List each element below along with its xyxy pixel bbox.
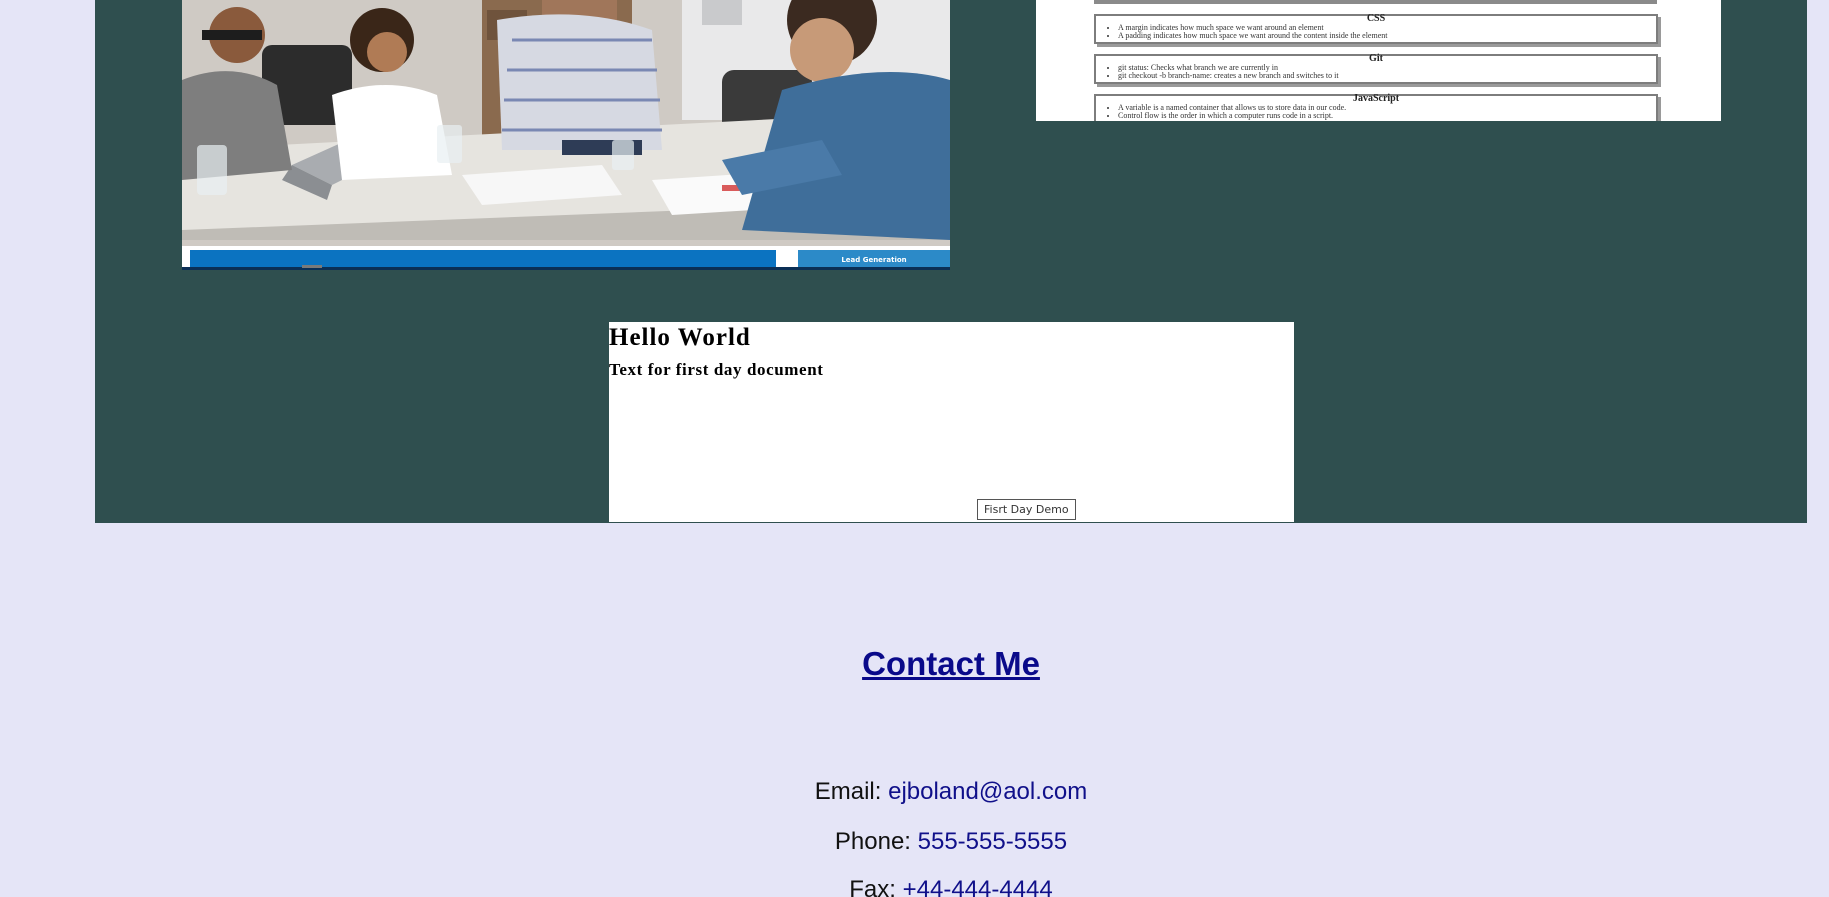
contact-fax-row: Fax: +44-444-4444 — [0, 876, 1829, 897]
note-box-css: CSS A margin indicates how much space we… — [1094, 14, 1658, 44]
fax-link[interactable]: +44-444-4444 — [903, 876, 1053, 897]
contact-phone-row: Phone: 555-555-5555 — [0, 828, 1829, 856]
team-meeting-photo — [182, 0, 950, 270]
project-card-lead-generation[interactable]: Lead Generation — [182, 0, 950, 270]
phone-link[interactable]: 555-555-5555 — [918, 828, 1067, 855]
phone-label: Phone: — [834, 828, 911, 855]
email-link[interactable]: ejboland@aol.com — [888, 778, 1087, 805]
hello-world-subtitle: Text for first day document — [609, 360, 824, 379]
note-box-git: Git git status: Checks what branch we ar… — [1094, 54, 1658, 84]
lead-generation-label: Lead Generation — [841, 256, 907, 264]
notes-top-border — [1094, 0, 1657, 4]
fax-label: Fax: — [849, 876, 896, 897]
first-day-demo-label[interactable]: Fisrt Day Demo — [977, 499, 1076, 520]
note-box-javascript: JavaScript A variable is a named contain… — [1094, 94, 1658, 121]
project-card-first-day-demo[interactable]: Hello World Text for first day document … — [609, 322, 1294, 522]
note-item: Control flow is the order in which a com… — [1118, 112, 1656, 120]
project-card-notes[interactable]: CSS A margin indicates how much space we… — [1036, 0, 1721, 121]
hello-world-heading: Hello World — [609, 324, 751, 351]
email-label: Email: — [814, 778, 882, 805]
contact-heading: Contact Me — [862, 645, 1040, 682]
note-item: A padding indicates how much space we wa… — [1118, 32, 1656, 40]
contact-email-row: Email: ejboland@aol.com — [0, 778, 1829, 806]
note-item: git checkout -b branch-name: creates a n… — [1118, 72, 1656, 80]
